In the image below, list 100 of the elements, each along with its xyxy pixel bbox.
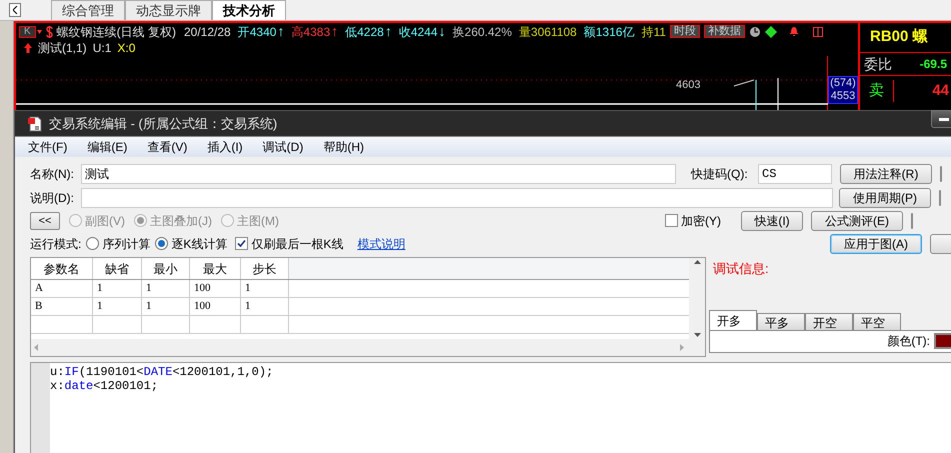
vertical-scrollbar[interactable]	[689, 258, 705, 339]
period-button[interactable]: K	[19, 26, 36, 38]
window-title: 交易系统编辑 - (所属公式组：交易系统)	[49, 114, 278, 133]
tab[interactable]: 综合管理	[51, 0, 125, 20]
table-cell: B	[31, 298, 93, 315]
shortcut-field[interactable]: CS	[758, 164, 832, 184]
checkbox-label: 加密(Y)	[681, 212, 721, 230]
table-cell: 1	[241, 298, 289, 315]
tab[interactable]: 技术分析	[212, 0, 286, 20]
name-field[interactable]: 测试	[81, 164, 676, 184]
collapse-button[interactable]: <<	[30, 212, 60, 230]
scroll-left-button[interactable]	[9, 3, 21, 17]
menu-item[interactable]: 帮助(H)	[323, 138, 364, 156]
bell-icon	[788, 26, 799, 37]
mode-help-link[interactable]: 模式说明	[357, 234, 406, 252]
code-editor[interactable]: u:IF(1190101<DATE<1200101,1,0); x:date<1200101;	[30, 362, 951, 453]
field-label: 说明(D):	[30, 190, 75, 206]
minimize-icon	[939, 118, 949, 120]
table-cell: 1	[93, 280, 142, 297]
code-line: x:date<1200101;	[50, 379, 160, 393]
radio-label: 主图叠加(J)	[150, 212, 212, 230]
quote-value: ↑	[384, 22, 392, 41]
minimize-button[interactable]	[931, 110, 951, 128]
chart-button[interactable]: 时段	[670, 25, 700, 38]
quote-value: 持11	[641, 24, 666, 40]
window-icon	[812, 26, 823, 36]
dialog-button[interactable]: 应用于图(A)	[830, 234, 922, 254]
checkbox-label: 仅刷最后一根K线	[251, 236, 344, 252]
menu-item[interactable]: 文件(F)	[28, 138, 68, 156]
table-cell: A	[31, 280, 93, 297]
indicator-value: U:1	[92, 40, 112, 57]
radio-button[interactable]	[155, 237, 168, 250]
table-cell: 1	[241, 280, 289, 297]
column-header: 参数名	[31, 258, 93, 279]
caret-left-icon	[34, 344, 38, 351]
price-label: 4603	[676, 78, 700, 93]
caret-right-icon	[680, 344, 684, 351]
dialog-button[interactable]: 公式测评(E)	[811, 210, 903, 230]
quote-value: 额1316亿	[584, 24, 634, 40]
diamond-icon	[764, 26, 777, 38]
column-header: 最小	[142, 258, 190, 279]
document-icon	[27, 116, 43, 132]
chart-date: 20/12/28	[184, 24, 231, 40]
chart-title: 螺纹钢连续(日线 复权)	[56, 24, 176, 40]
table-cell: 1	[93, 298, 142, 315]
quote-value: 量3061108	[518, 24, 577, 40]
table-cell: 100	[190, 298, 241, 315]
dollar-icon	[46, 26, 53, 38]
menu-item[interactable]: 查看(V)	[147, 138, 188, 156]
table-cell: 1	[142, 298, 190, 315]
axis-label: (574)	[830, 77, 856, 90]
sell-price: 44	[932, 80, 950, 101]
color-label: 颜色(T):	[887, 333, 930, 350]
quote-value: 低4228	[345, 24, 384, 40]
table-cell: 1	[142, 280, 190, 297]
dropdown-icon	[36, 30, 42, 34]
axis-label: 4553	[830, 90, 856, 103]
horizontal-scrollbar[interactable]	[31, 339, 705, 356]
column-header: 步长	[241, 258, 289, 279]
menu-item[interactable]: 插入(I)	[207, 138, 243, 156]
code-line: u:IF(1190101<DATE<1200101,1,0);	[50, 365, 274, 379]
radio-label: 副图(V)	[85, 212, 125, 230]
indicator-value: X:0	[117, 40, 136, 57]
tab[interactable]: 动态显示牌	[125, 0, 212, 20]
menu-item[interactable]: 编辑(E)	[87, 138, 128, 156]
radio-label: 逐K线计算	[171, 236, 228, 252]
field-label: 名称(N):	[30, 166, 75, 182]
tab[interactable]: 平空	[853, 312, 901, 330]
field-label: 快捷码(Q):	[691, 166, 749, 182]
ratio-label: 委比	[864, 54, 892, 74]
quote-value: 收4244	[398, 24, 438, 40]
tab[interactable]: 开多	[709, 310, 757, 330]
dialog-button[interactable]: 快速(I)	[741, 210, 803, 230]
radio-label: 主图(M)	[237, 212, 279, 230]
description-field[interactable]	[81, 188, 833, 208]
table-cell: 100	[190, 280, 241, 297]
quote-value: ↑	[277, 22, 284, 41]
radio-button[interactable]	[86, 237, 100, 250]
caret-down-icon	[694, 333, 700, 337]
arrow-up-icon	[24, 43, 32, 53]
quote-value: 换260.42%	[452, 24, 512, 40]
field-label: 运行模式:	[30, 236, 82, 252]
tab[interactable]: 平多	[757, 312, 805, 330]
quote-value: ↓	[438, 22, 446, 41]
checkbox[interactable]	[235, 237, 248, 250]
radio-label: 序列计算	[102, 236, 150, 252]
tab[interactable]: 开空	[805, 312, 853, 330]
ratio-value: -69.5	[920, 56, 947, 73]
debug-label: 调试信息:	[712, 260, 770, 278]
column-header: 缺省	[93, 258, 142, 279]
quote-value: 开4340	[238, 24, 276, 40]
symbol-title: RB00 螺	[870, 27, 928, 48]
menu-item[interactable]: 调试(D)	[262, 138, 304, 156]
dialog-button[interactable]: 使用周期(P)	[839, 188, 931, 208]
dialog-button[interactable]	[930, 234, 951, 254]
chart-button[interactable]: 补数据	[704, 25, 745, 38]
quote-value: ↑	[331, 22, 338, 41]
checkbox[interactable]	[665, 214, 678, 227]
indicator-name: 测试(1,1)	[38, 40, 87, 57]
dialog-button[interactable]: 用法注释(R)	[840, 164, 932, 184]
